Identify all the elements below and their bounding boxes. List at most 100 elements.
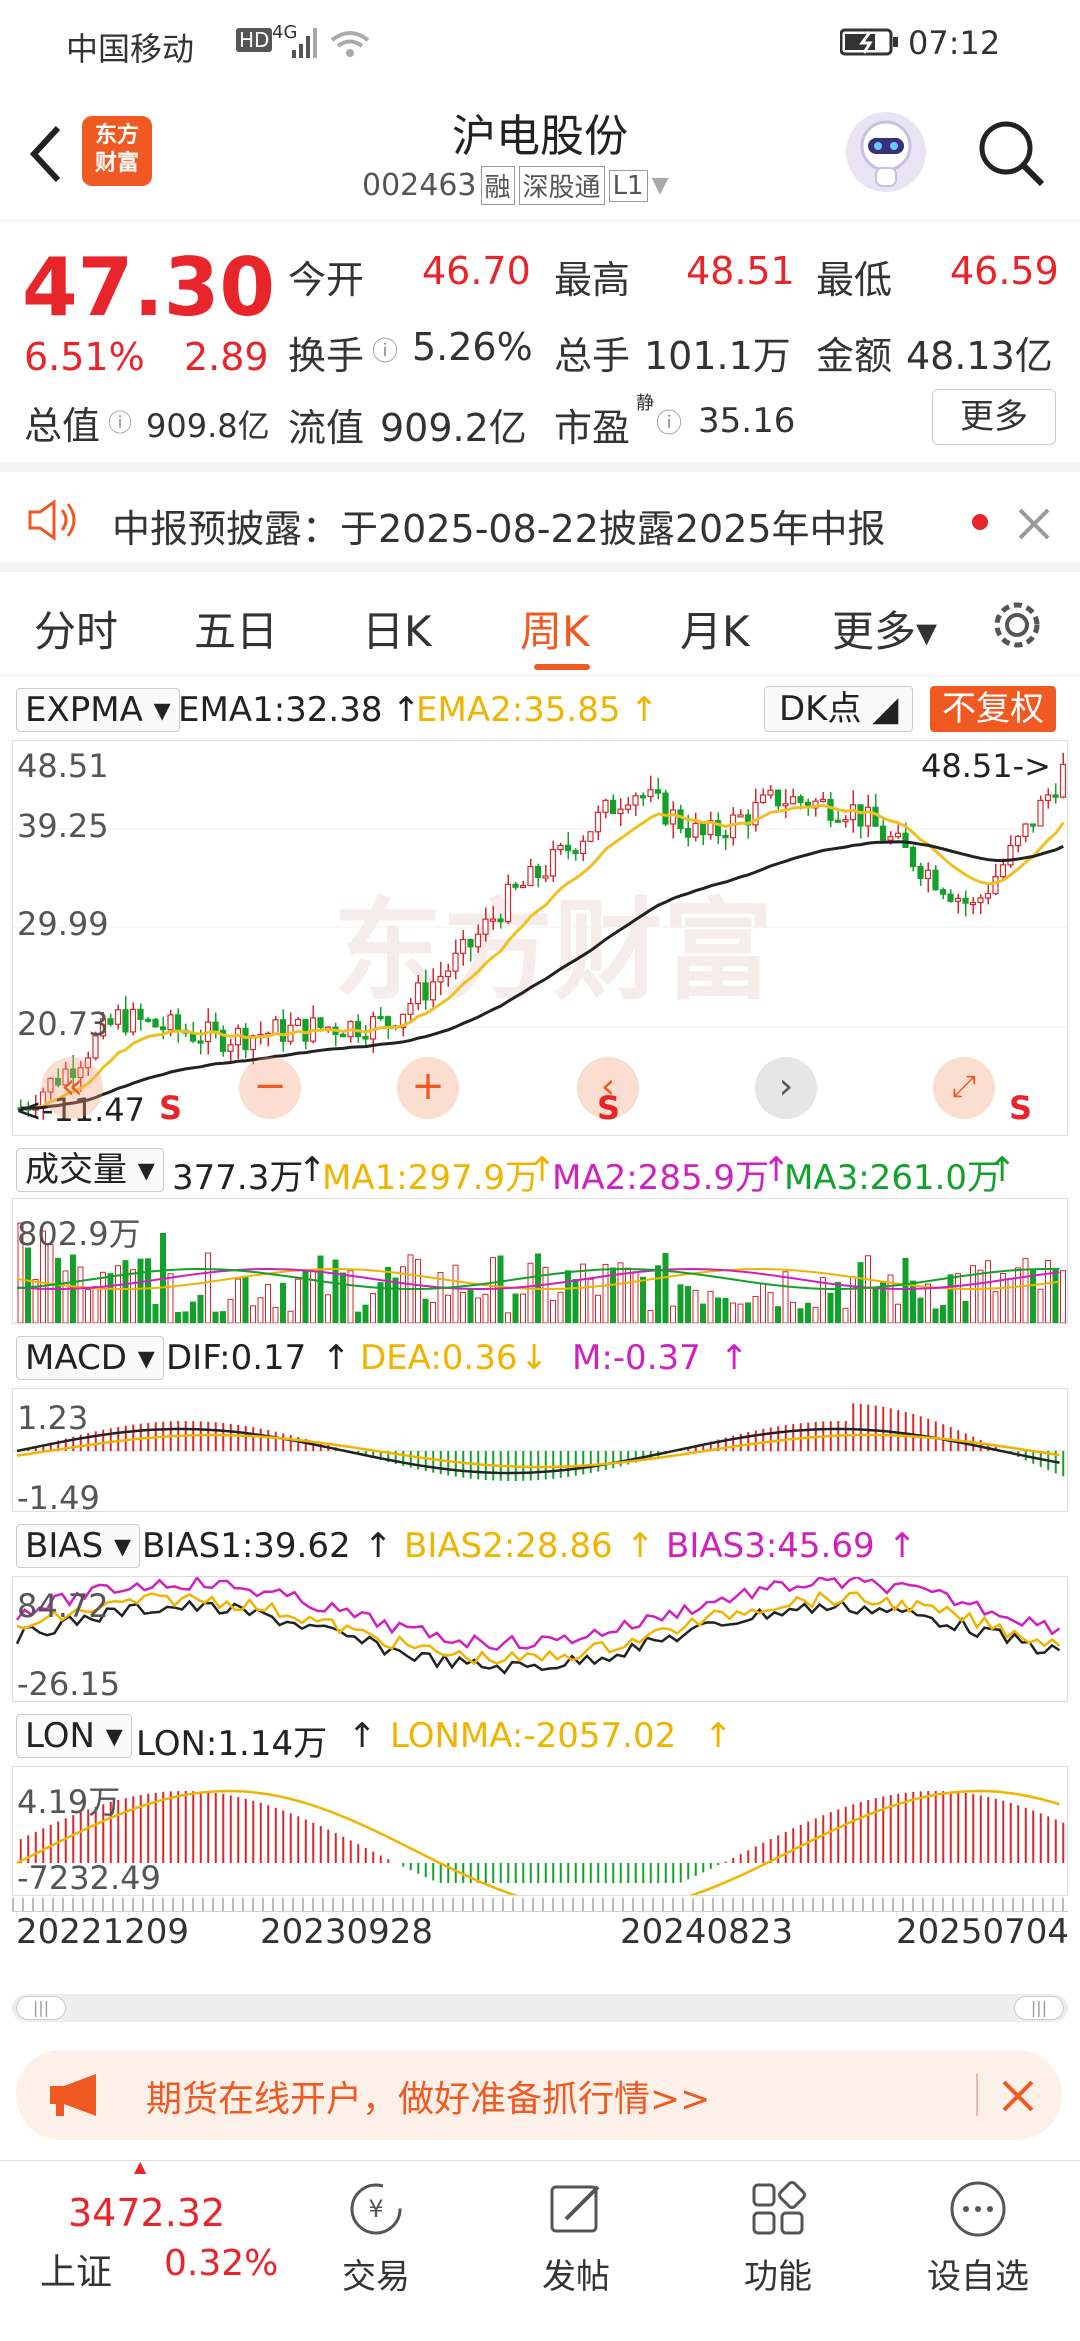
kline-chart[interactable]: 东方财富 48.51 39.25 29.99 20.73 48.51-> <-1… [12,740,1068,1136]
index-ticker[interactable]: ▲ 3472.32 上证 0.32% [0,2157,290,2341]
info-icon[interactable]: ⓘ [108,403,132,438]
notice-text: 中报预披露：于2025-08-22披露2025年中报 [112,507,886,551]
futures-banner[interactable]: 期货在线开户，做好准备抓行情>> [16,2050,1062,2140]
tab-monthly-k[interactable]: 月K [680,598,750,659]
volume-bar [1060,1270,1066,1323]
macd-indicator-select[interactable]: MACD ▾ [16,1336,164,1380]
unread-dot [972,514,988,530]
macd-chart[interactable]: 1.23 -1.49 [12,1388,1068,1517]
candle [1044,794,1052,802]
fullscreen-icon[interactable]: ⤢ [933,1057,995,1119]
candle [279,1019,287,1042]
candle [504,883,512,923]
tab-intraday[interactable]: 分时 [34,598,118,659]
volume-svg [16,1222,1066,1323]
change-pct: 6.51% [24,335,145,379]
lonma-value: LONMA:-2057.02 [390,1716,677,1756]
volume-bar [632,1271,639,1323]
tab-five-day[interactable]: 五日 [194,598,278,659]
robot-assistant-avatar[interactable] [846,112,926,192]
macd-m: M:-0.37 [572,1338,701,1378]
search-icon[interactable] [976,118,1048,190]
more-button[interactable]: 更多 [932,389,1056,445]
volume-bar [295,1278,301,1323]
candle [414,982,422,1005]
zoom-in-icon[interactable]: + [397,1057,459,1119]
dk-point-button[interactable]: DK点 ◢ [764,686,914,732]
close-icon[interactable] [1000,2078,1036,2114]
volume-bar [415,1258,421,1323]
volume-bar [325,1294,331,1323]
adjust-button[interactable]: 不复权 [930,686,1056,732]
candle [519,884,527,889]
volume-bar [235,1278,241,1323]
volume-y-label: 802.9万 [17,1215,141,1253]
bias-chart[interactable]: 84.72 -26.15 [12,1576,1068,1703]
volume-bar [685,1286,691,1323]
zoom-out-icon[interactable]: − [239,1057,301,1119]
volume-bar [250,1305,256,1323]
candle [947,893,954,902]
nav-trade[interactable]: ¥ 交易 [306,2179,446,2298]
volume-indicator-select[interactable]: 成交量 ▾ [16,1148,164,1192]
tab-daily-k[interactable]: 日K [362,598,432,659]
lon-chart[interactable]: 4.19万 -7232.49 [12,1766,1068,1897]
scroll-left-fast-icon[interactable]: « [41,1057,103,1119]
candle [609,799,617,815]
nav-functions[interactable]: 功能 [708,2179,848,2298]
info-icon[interactable]: ⓘ [372,331,398,368]
candle [167,1014,174,1031]
volume-bar [220,1311,226,1323]
volume-chart[interactable]: 802.9万 [12,1198,1068,1324]
candle [902,832,909,849]
scroll-handle-right[interactable]: ||| [1014,1996,1064,2020]
candle [999,864,1007,878]
candle [662,792,669,825]
tab-weekly-k[interactable]: 周K [520,598,590,659]
notice-bar[interactable]: 中报预披露：于2025-08-22披露2025年中报 [0,462,1080,572]
nav-post[interactable]: 发帖 [506,2179,646,2298]
date-label: 20230928 [260,1912,434,1952]
lon-indicator-select[interactable]: LON ▾ [16,1714,132,1758]
candle [767,789,774,796]
volume-bar [992,1291,999,1323]
y-label: 39.25 [17,807,109,845]
scroll-right-icon[interactable]: › [755,1057,817,1119]
volume-bar [580,1263,586,1323]
candle [294,1018,302,1026]
volume-bar [865,1255,871,1323]
candle [692,822,699,838]
bias-svg [15,1577,1061,1675]
volume-bar [422,1298,429,1323]
high-value: 48.51 [686,249,795,293]
bias-indicator-select[interactable]: BIAS ▾ [16,1524,141,1568]
candle [527,865,534,887]
change-value: 2.89 [184,335,269,379]
date-label: 20250704 [896,1912,1070,1952]
chart-scrollbar[interactable]: ||| ||| [12,1994,1068,2022]
scroll-handle-left[interactable]: ||| [16,1996,66,2020]
nav-add-watchlist[interactable]: 设自选 [908,2179,1048,2298]
kline-indicator-row: EXPMA ▾ EMA1:32.38 ↑ EMA2:35.85 ↑ DK点 ◢ 不复… [12,682,1072,738]
info-icon[interactable]: ⓘ [656,403,682,440]
volume-bar [745,1302,751,1323]
candle [602,799,609,813]
lon-y-top: 4.19万 [17,1783,121,1821]
market-cap-label: 总值 [24,404,101,448]
close-icon[interactable] [1016,506,1052,542]
high-label: 最高 [554,258,631,302]
open-label: 今开 [288,258,365,302]
volume-bar [812,1306,819,1323]
candle [159,1026,167,1031]
candle [737,814,744,818]
tab-more[interactable]: 更多▾ [832,598,937,659]
volume-bar [242,1275,249,1323]
kline-indicator-select[interactable]: EXPMA ▾ [16,688,180,732]
gear-icon[interactable] [990,598,1044,652]
volume-bar [100,1271,106,1323]
volume-bar [1007,1277,1014,1323]
more-dots-icon [950,2181,1006,2237]
candle [722,834,729,839]
chevron-down-icon[interactable]: ▼ [652,173,669,198]
candle [909,846,917,868]
